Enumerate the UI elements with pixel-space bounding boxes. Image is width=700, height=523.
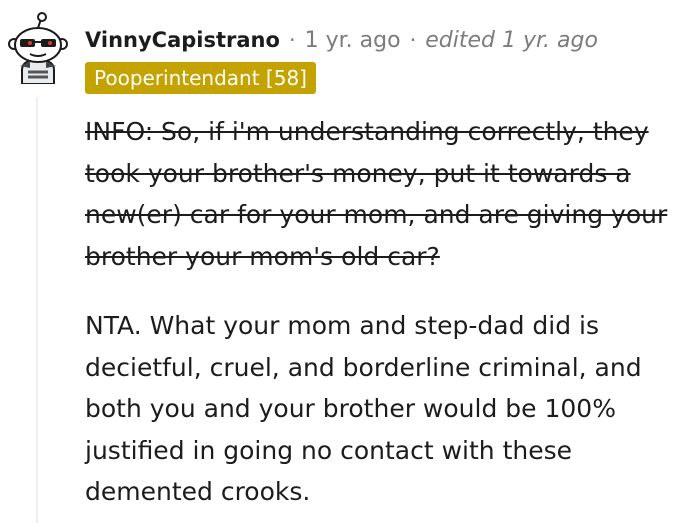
struck-info-paragraph: INFO: So, if i'm understanding correctly… bbox=[85, 117, 668, 271]
user-flair-badge: Pooperintendant [58] bbox=[85, 62, 316, 94]
user-avatar-icon[interactable] bbox=[8, 12, 68, 85]
comment-body-paragraph: NTA. What your mom and step-dad did is d… bbox=[85, 311, 642, 506]
edited-timestamp: edited 1 yr. ago bbox=[425, 27, 598, 53]
comment-header: VinnyCapistrano · 1 yr. ago · edited 1 y… bbox=[85, 24, 598, 56]
meta-separator: · bbox=[409, 28, 417, 52]
comment-timestamp[interactable]: 1 yr. ago bbox=[305, 28, 401, 53]
thread-line[interactable] bbox=[36, 97, 38, 523]
comment-author-link[interactable]: VinnyCapistrano bbox=[85, 28, 280, 52]
meta-separator: · bbox=[288, 28, 296, 52]
